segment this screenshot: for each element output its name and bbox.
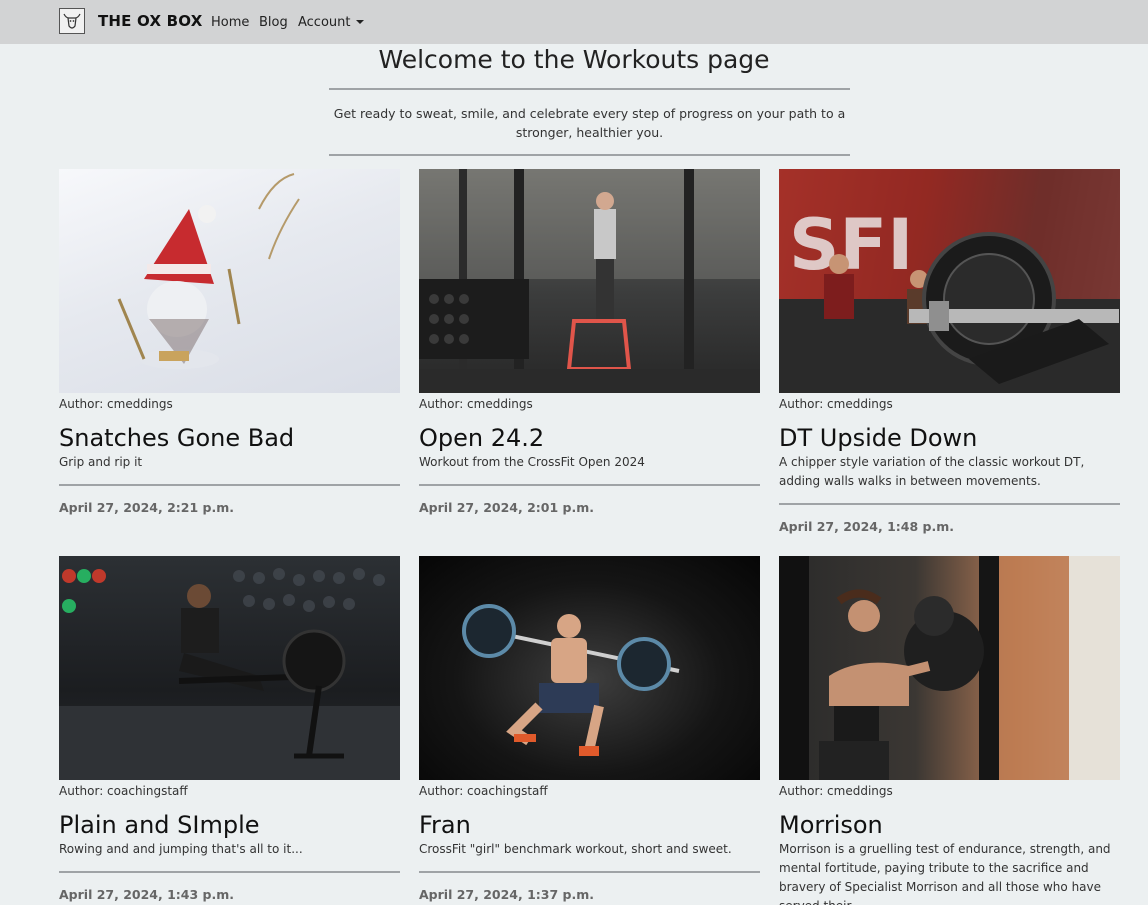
post-excerpt: Workout from the CrossFit Open 2024 xyxy=(419,455,645,469)
nav-home-link[interactable]: Home xyxy=(211,15,249,30)
workout-card[interactable]: Author: coachingstaff Fran CrossFit "gir… xyxy=(419,556,760,902)
workout-image-rowing[interactable] xyxy=(59,556,400,780)
post-excerpt: A chipper style variation of the classic… xyxy=(779,455,1085,488)
divider xyxy=(779,503,1120,505)
post-author: Author: coachingstaff xyxy=(59,784,188,798)
post-date: April 27, 2024, 1:37 p.m. xyxy=(419,887,595,902)
post-title[interactable]: Open 24.2 xyxy=(419,423,760,453)
post-date: April 27, 2024, 2:01 p.m. xyxy=(419,500,595,515)
brand-link[interactable]: THE OX BOX xyxy=(98,12,202,30)
post-author: Author: coachingstaff xyxy=(419,784,548,798)
post-excerpt: CrossFit "girl" benchmark workout, short… xyxy=(419,842,732,856)
workout-image-gnome-snow[interactable] xyxy=(59,169,400,393)
nav-blog-link[interactable]: Blog xyxy=(259,15,288,30)
workout-image-barbell-squat[interactable] xyxy=(419,556,760,780)
post-author: Author: cmeddings xyxy=(779,784,893,798)
workout-card[interactable]: Author: coachingstaff Plain and SImple R… xyxy=(59,556,400,902)
post-date: April 27, 2024, 1:48 p.m. xyxy=(779,519,955,534)
post-author: Author: cmeddings xyxy=(779,397,893,411)
caret-down-icon xyxy=(355,20,364,24)
page-intro: Get ready to sweat, smile, and celebrate… xyxy=(333,106,846,140)
workout-image-box-jump[interactable] xyxy=(419,169,760,393)
navbar: THE OX BOX Home Blog Account xyxy=(0,0,1148,44)
page-title: Welcome to the Workouts page xyxy=(378,45,770,74)
workout-image-medicine-ball[interactable] xyxy=(779,556,1120,780)
workout-card[interactable]: SFI Author: cmeddings DT Upside Down A c… xyxy=(779,169,1120,534)
workout-card[interactable]: Author: cmeddings Open 24.2 Workout from… xyxy=(419,169,760,515)
post-date: April 27, 2024, 1:43 p.m. xyxy=(59,887,235,902)
workout-card[interactable]: Author: cmeddings Morrison Morrison is a… xyxy=(779,556,1120,905)
divider xyxy=(59,871,400,873)
workout-card[interactable]: Author: cmeddings Snatches Gone Bad Grip… xyxy=(59,169,400,515)
post-title[interactable]: DT Upside Down xyxy=(779,423,1120,453)
post-excerpt: Rowing and and jumping that's all to it.… xyxy=(59,842,303,856)
divider xyxy=(59,484,400,486)
post-date: April 27, 2024, 2:21 p.m. xyxy=(59,500,235,515)
nav-account-dropdown[interactable]: Account xyxy=(298,15,364,30)
post-title[interactable]: Morrison xyxy=(779,810,1120,840)
post-title[interactable]: Plain and SImple xyxy=(59,810,400,840)
post-author: Author: cmeddings xyxy=(419,397,533,411)
workout-image-barbell-plate[interactable]: SFI xyxy=(779,169,1120,393)
nav-account-label: Account xyxy=(298,15,351,30)
svg-text:SFI: SFI xyxy=(789,204,913,286)
post-excerpt: Morrison is a gruelling test of enduranc… xyxy=(779,842,1111,905)
ox-logo-icon[interactable] xyxy=(59,8,85,34)
post-author: Author: cmeddings xyxy=(59,397,173,411)
divider xyxy=(329,154,850,156)
divider xyxy=(329,88,850,90)
post-excerpt: Grip and rip it xyxy=(59,455,143,469)
post-title[interactable]: Snatches Gone Bad xyxy=(59,423,400,453)
divider xyxy=(419,871,760,873)
post-title[interactable]: Fran xyxy=(419,810,760,840)
divider xyxy=(419,484,760,486)
